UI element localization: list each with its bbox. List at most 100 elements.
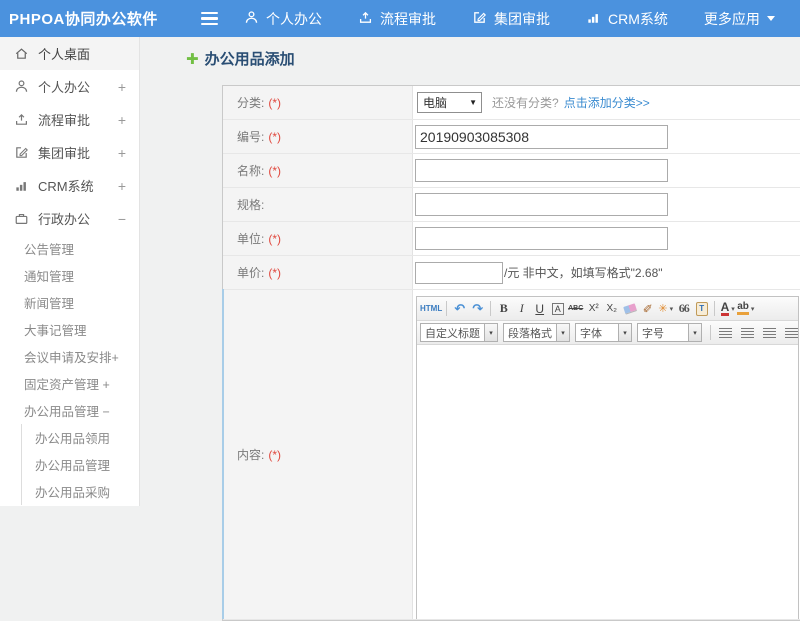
wand-icon: ✳ xyxy=(658,303,668,315)
field-label: 名称: (*) xyxy=(223,154,413,187)
price-format-hint: /元 非中文，如填写格式"2.68" xyxy=(504,266,663,280)
expand-plus-icon[interactable]: + xyxy=(118,178,126,194)
blockquote-button[interactable]: 66 xyxy=(675,299,692,318)
field-label: 编号: (*) xyxy=(223,120,413,153)
font-color-button[interactable]: A ▾ xyxy=(719,299,736,318)
hamburger-menu-icon[interactable] xyxy=(196,9,222,29)
custom-title-select[interactable]: 自定义标题 ▾ xyxy=(420,323,498,342)
rich-text-editor: HTML ↶ ↷ B I U A ABC X² X₂ ✐ ✳ ▾ 66 T A … xyxy=(416,296,799,619)
auto-typeset-button[interactable]: ✳ ▾ xyxy=(657,299,674,318)
upload-icon xyxy=(358,10,373,28)
caret-down-icon: ▾ xyxy=(618,324,631,341)
highlight-color-button[interactable]: ab ▾ xyxy=(737,299,754,318)
sidebar-item-personal-desktop[interactable]: 个人桌面 xyxy=(0,37,139,70)
redo-icon[interactable]: ↷ xyxy=(469,299,486,318)
form-row-content: 内容: (*) HTML ↶ ↷ B I U A ABC X² X₂ ✐ ✳ ▾… xyxy=(222,289,800,620)
app-logo: PHPOA协同办公软件 xyxy=(9,11,158,28)
form-row-price: 单价: (*) /元 非中文，如填写格式"2.68" xyxy=(223,256,800,290)
field-label: 规格: xyxy=(223,188,413,221)
sidebar-item-personal-office[interactable]: 个人办公 + xyxy=(0,70,139,103)
required-marker: (*) xyxy=(268,265,282,280)
required-marker: (*) xyxy=(268,447,282,462)
price-input[interactable] xyxy=(415,261,503,284)
office-supplies-submenu: 办公用品领用 办公用品管理 办公用品采购 xyxy=(21,424,139,505)
top-nav: 个人办公 流程审批 集团审批 CRM系统 更多应用 xyxy=(244,9,775,29)
form-row-unit: 单位: (*) xyxy=(223,222,800,256)
sidebar-item-announcement-mgmt[interactable]: 公告管理 xyxy=(0,235,139,262)
required-marker: (*) xyxy=(268,95,282,110)
sidebar-item-fixed-assets-mgmt[interactable]: 固定资产管理 + xyxy=(0,370,139,397)
nav-workflow-approval[interactable]: 流程审批 xyxy=(358,9,436,29)
bold-button[interactable]: B xyxy=(495,299,512,318)
editor-toolbar-row2: 自定义标题 ▾ 段落格式 ▾ 字体 ▾ 字号 ▾ xyxy=(417,321,798,345)
html-source-button[interactable]: HTML xyxy=(420,299,442,318)
sidebar-item-supplies-purchase[interactable]: 办公用品采购 xyxy=(22,478,139,505)
no-category-hint: 还没有分类? xyxy=(492,96,559,110)
caret-down-icon xyxy=(766,16,775,25)
chart-icon xyxy=(16,182,26,191)
person-icon xyxy=(15,80,28,92)
font-family-select[interactable]: 字体 ▾ xyxy=(575,323,632,342)
nav-group-approval[interactable]: 集团审批 xyxy=(472,9,550,29)
strikethrough-button[interactable]: ABC xyxy=(567,299,584,318)
expand-plus-icon[interactable]: + xyxy=(118,112,126,128)
field-label: 单位: (*) xyxy=(223,222,413,255)
chart-icon xyxy=(586,10,601,28)
sidebar: 个人桌面 个人办公 + 流程审批 + 集团审批 + CRM系统 + 行政办公 − xyxy=(0,37,140,506)
sidebar-item-news-mgmt[interactable]: 新闻管理 xyxy=(0,289,139,316)
subscript-button[interactable]: X₂ xyxy=(603,299,620,318)
form-row-spec: 规格: xyxy=(223,188,800,222)
code-input[interactable] xyxy=(415,124,668,149)
sidebar-item-office-supplies-mgmt[interactable]: 办公用品管理 − xyxy=(0,397,139,424)
sidebar-item-supplies-manage[interactable]: 办公用品管理 xyxy=(22,451,139,478)
underline-button[interactable]: U xyxy=(531,299,548,318)
editor-toolbar-row1: HTML ↶ ↷ B I U A ABC X² X₂ ✐ ✳ ▾ 66 T A … xyxy=(417,297,798,321)
sidebar-item-admin-office[interactable]: 行政办公 − xyxy=(0,202,139,235)
italic-button[interactable]: I xyxy=(513,299,530,318)
select-caret-icon: ▼ xyxy=(469,98,477,107)
align-left-icon[interactable] xyxy=(717,323,734,342)
format-painter-icon[interactable]: ✐ xyxy=(639,299,656,318)
nav-personal-office[interactable]: 个人办公 xyxy=(244,9,322,29)
caret-down-icon: ▾ xyxy=(556,324,569,341)
page-title: ✚ 办公用品添加 xyxy=(186,50,295,69)
sidebar-item-meeting-request[interactable]: 会议申请及安排+ xyxy=(0,343,139,370)
spec-input[interactable] xyxy=(415,193,668,216)
office-supply-add-form: 分类:(*) 电脑 ▼ 还没有分类? 点击添加分类>> 编号:(*) 名称:(*… xyxy=(222,85,800,621)
paragraph-format-select[interactable]: 段落格式 ▾ xyxy=(503,323,570,342)
undo-icon[interactable]: ↶ xyxy=(451,299,468,318)
collapse-minus-icon[interactable]: − xyxy=(118,211,126,227)
paste-text-icon[interactable]: T xyxy=(693,299,710,318)
nav-more-apps[interactable]: 更多应用 xyxy=(704,9,775,29)
edit-icon xyxy=(472,10,487,28)
sidebar-item-workflow-approval[interactable]: 流程审批 + xyxy=(0,103,139,136)
font-size-select[interactable]: 字号 ▾ xyxy=(637,323,702,342)
expand-plus-icon[interactable]: + xyxy=(118,79,126,95)
justify-icon[interactable] xyxy=(783,323,798,342)
superscript-button[interactable]: X² xyxy=(585,299,602,318)
align-center-icon[interactable] xyxy=(739,323,756,342)
home-icon xyxy=(15,48,28,59)
editor-content-area[interactable] xyxy=(417,345,798,619)
caret-down-icon: ▾ xyxy=(484,324,497,341)
sidebar-item-notice-mgmt[interactable]: 通知管理 xyxy=(0,262,139,289)
expand-plus-icon[interactable]: + xyxy=(118,145,126,161)
form-row-code: 编号: (*) xyxy=(223,120,800,154)
caret-down-icon: ▾ xyxy=(688,324,701,341)
sidebar-item-events-mgmt[interactable]: 大事记管理 xyxy=(0,316,139,343)
field-label: 分类: (*) xyxy=(223,86,413,119)
eraser-icon[interactable] xyxy=(621,299,638,318)
add-category-link[interactable]: 点击添加分类>> xyxy=(564,94,650,111)
align-right-icon[interactable] xyxy=(761,323,778,342)
main-content: ✚ 办公用品添加 分类: (*) 电脑 ▼ 还没有分类? 点击添加分类>> 编号:… xyxy=(141,37,800,621)
category-select[interactable]: 电脑 ▼ xyxy=(417,92,482,113)
sidebar-item-group-approval[interactable]: 集团审批 + xyxy=(0,136,139,169)
char-border-button[interactable]: A xyxy=(549,299,566,318)
name-input[interactable] xyxy=(415,159,668,182)
unit-input[interactable] xyxy=(415,227,668,250)
top-navbar: PHPOA协同办公软件 个人办公 流程审批 集团审批 CRM系统 更多应用 xyxy=(0,0,800,37)
sidebar-item-supplies-claim[interactable]: 办公用品领用 xyxy=(22,424,139,451)
nav-crm-system[interactable]: CRM系统 xyxy=(586,9,668,29)
edit-icon xyxy=(16,147,28,158)
sidebar-item-crm-system[interactable]: CRM系统 + xyxy=(0,169,139,202)
